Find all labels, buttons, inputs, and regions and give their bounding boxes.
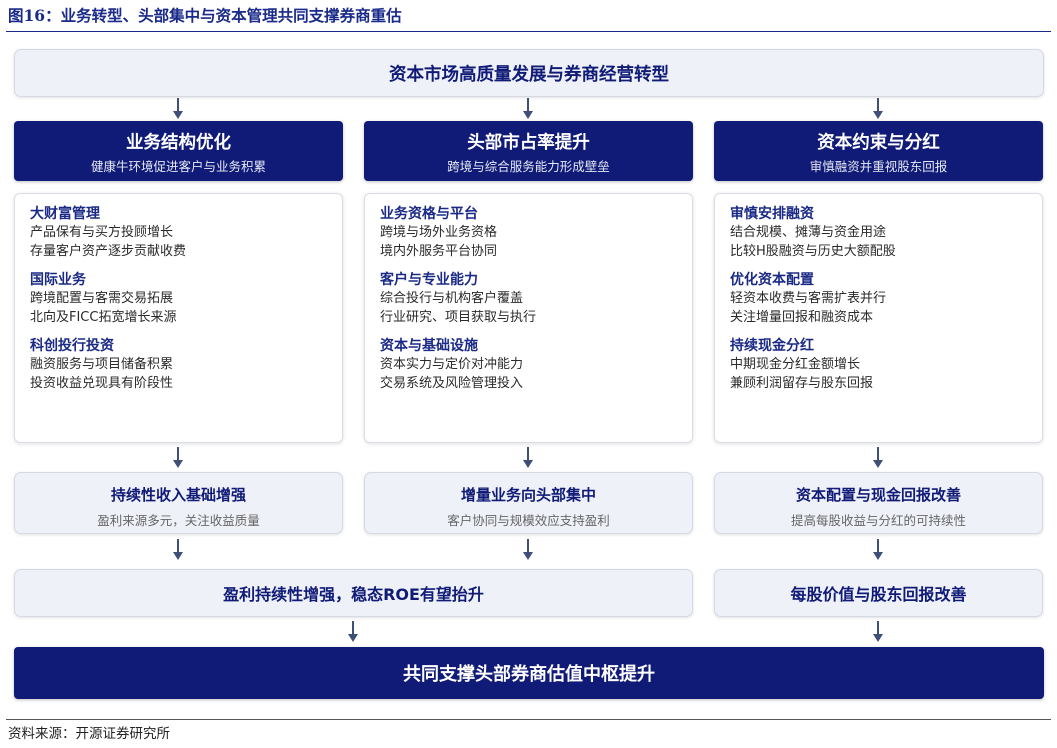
top-banner-label: 资本市场高质量发展与券商经营转型	[389, 64, 669, 85]
result-box-business-structure: 持续性收入基础增强 盈利来源多元，关注收益质量	[14, 472, 343, 534]
arrow-down-icon	[172, 447, 184, 469]
result-box-market-share: 增量业务向头部集中 客户协同与规模效应支持盈利	[364, 472, 693, 534]
group-item: 行业研究、项目获取与执行	[380, 310, 537, 325]
group-item: 结合规模、摊薄与资金用途	[730, 225, 887, 240]
merge-box-label: 盈利持续性增强，稳态ROE有望抬升	[223, 585, 484, 604]
group-heading: 审慎安排融资	[730, 206, 814, 222]
arrow-down-icon	[522, 539, 534, 561]
detail-card-business-structure: 大财富管理 产品保有与买方投顾增长 存量客户资产逐步贡献收费 国际业务 跨境配置…	[14, 193, 343, 443]
result-subtitle: 提高每股收益与分红的可持续性	[790, 513, 966, 528]
group-item: 兼顾利润留存与股东回报	[730, 376, 874, 391]
arrow-down-icon	[872, 539, 884, 561]
detail-group: 优化资本配置 轻资本收费与客需扩表并行 关注增量回报和融资成本	[730, 271, 1042, 327]
footer-rule	[6, 719, 1051, 720]
group-item: 跨境配置与客需交易拓展	[30, 291, 174, 306]
group-item: 关注增量回报和融资成本	[730, 310, 874, 325]
arrow-down-icon	[522, 98, 534, 120]
group-heading: 科创投行投资	[30, 338, 114, 354]
group-item: 产品保有与买方投顾增长	[30, 225, 174, 240]
result-box-capital-dividend: 资本配置与现金回报改善 提高每股收益与分红的可持续性	[714, 472, 1043, 534]
column-title: 业务结构优化	[126, 133, 231, 153]
detail-group: 大财富管理 产品保有与买方投顾增长 存量客户资产逐步贡献收费	[30, 205, 342, 261]
group-item: 中期现金分红金额增长	[730, 357, 861, 372]
detail-group: 业务资格与平台 跨境与场外业务资格 境内外服务平台协同	[380, 205, 692, 261]
group-item: 比较H股融资与历史大额配股	[730, 244, 896, 259]
bottom-banner: 共同支撑头部券商估值中枢提升	[14, 647, 1044, 699]
result-title: 增量业务向头部集中	[460, 486, 596, 504]
group-item: 资本实力与定价对冲能力	[380, 357, 524, 372]
column-header-capital-dividend: 资本约束与分红 审慎融资并重视股东回报	[714, 121, 1043, 181]
group-item: 融资服务与项目储备积累	[30, 357, 174, 372]
detail-group: 资本与基础设施 资本实力与定价对冲能力 交易系统及风险管理投入	[380, 337, 692, 393]
group-heading: 资本与基础设施	[380, 338, 478, 354]
detail-card-market-share: 业务资格与平台 跨境与场外业务资格 境内外服务平台协同 客户与专业能力 综合投行…	[364, 193, 693, 443]
group-item: 北向及FICC拓宽增长来源	[30, 310, 177, 325]
group-heading: 业务资格与平台	[380, 206, 478, 222]
arrow-down-icon	[872, 98, 884, 120]
group-item: 境内外服务平台协同	[380, 244, 498, 259]
arrow-down-icon	[172, 98, 184, 120]
group-heading: 客户与专业能力	[380, 272, 478, 288]
result-title: 持续性收入基础增强	[110, 486, 246, 504]
arrow-down-icon	[522, 447, 534, 469]
group-heading: 持续现金分红	[730, 338, 814, 354]
detail-group: 国际业务 跨境配置与客需交易拓展 北向及FICC拓宽增长来源	[30, 271, 342, 327]
column-subtitle: 审慎融资并重视股东回报	[809, 159, 948, 174]
arrow-down-icon	[872, 447, 884, 469]
detail-group: 客户与专业能力 综合投行与机构客户覆盖 行业研究、项目获取与执行	[380, 271, 692, 327]
detail-card-capital-dividend: 审慎安排融资 结合规模、摊薄与资金用途 比较H股融资与历史大额配股 优化资本配置…	[714, 193, 1043, 443]
source-note: 资料来源：开源证券研究所	[8, 726, 170, 742]
result-title: 资本配置与现金回报改善	[795, 486, 961, 504]
arrow-down-icon	[872, 621, 884, 643]
column-title: 资本约束与分红	[817, 133, 940, 153]
detail-group: 科创投行投资 融资服务与项目储备积累 投资收益兑现具有阶段性	[30, 337, 342, 393]
column-subtitle: 跨境与综合服务能力形成壁垒	[447, 159, 610, 174]
result-subtitle: 盈利来源多元，关注收益质量	[97, 513, 260, 528]
detail-group: 持续现金分红 中期现金分红金额增长 兼顾利润留存与股东回报	[730, 337, 1042, 393]
merge-box-shareholder-value: 每股价值与股东回报改善	[714, 569, 1043, 617]
merge-box-label: 每股价值与股东回报改善	[790, 585, 967, 604]
bottom-banner-label: 共同支撑头部券商估值中枢提升	[403, 664, 655, 685]
column-title: 头部市占率提升	[467, 133, 590, 153]
arrow-down-icon	[347, 621, 359, 643]
group-heading: 优化资本配置	[730, 272, 814, 288]
arrow-down-icon	[172, 539, 184, 561]
group-item: 综合投行与机构客户覆盖	[380, 291, 524, 306]
group-item: 交易系统及风险管理投入	[380, 376, 524, 391]
column-header-market-share: 头部市占率提升 跨境与综合服务能力形成壁垒	[364, 121, 693, 181]
title-rule	[6, 31, 1051, 32]
group-heading: 大财富管理	[30, 206, 100, 222]
column-subtitle: 健康牛环境促进客户与业务积累	[90, 159, 266, 174]
group-item: 投资收益兑现具有阶段性	[30, 376, 174, 391]
group-item: 轻资本收费与客需扩表并行	[730, 291, 887, 306]
merge-box-profitability: 盈利持续性增强，稳态ROE有望抬升	[14, 569, 693, 617]
detail-group: 审慎安排融资 结合规模、摊薄与资金用途 比较H股融资与历史大额配股	[730, 205, 1042, 261]
group-item: 跨境与场外业务资格	[380, 225, 498, 240]
column-header-business-structure: 业务结构优化 健康牛环境促进客户与业务积累	[14, 121, 343, 181]
result-subtitle: 客户协同与规模效应支持盈利	[447, 513, 610, 528]
figure-title: 图16：业务转型、头部集中与资本管理共同支撑券商重估	[8, 6, 402, 25]
group-item: 存量客户资产逐步贡献收费	[30, 244, 187, 259]
top-banner: 资本市场高质量发展与券商经营转型	[14, 49, 1044, 97]
group-heading: 国际业务	[30, 272, 86, 288]
